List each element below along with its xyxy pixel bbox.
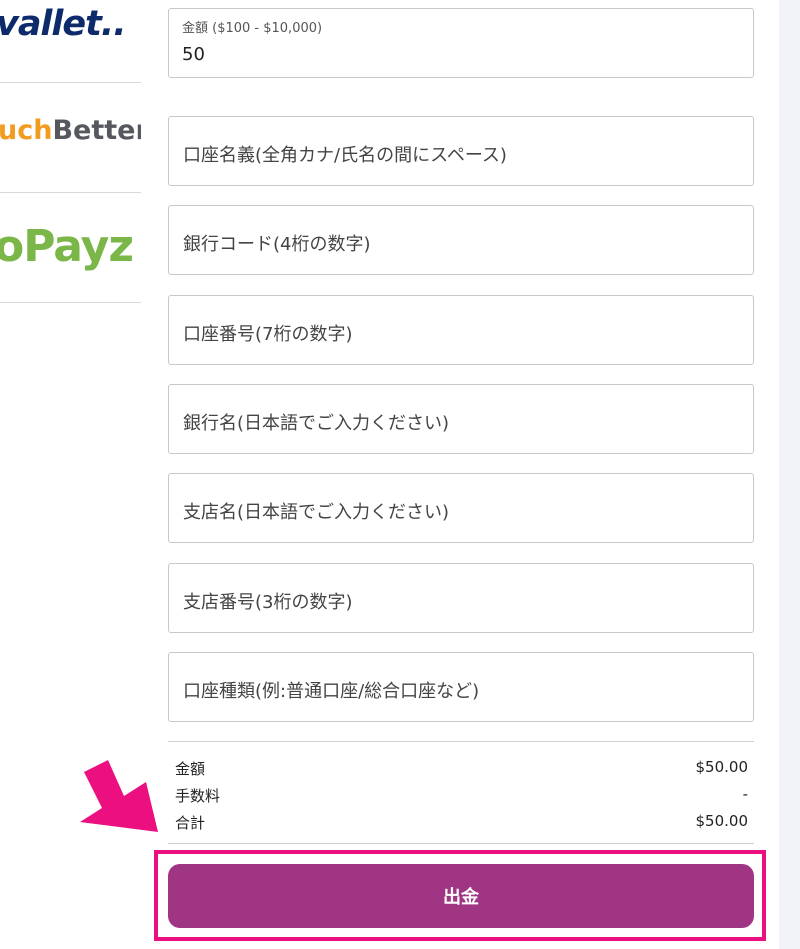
account-number-placeholder: 口座番号(7桁の数字) [183, 324, 353, 345]
amount-field[interactable]: 金額 ($100 - $10,000) 50 [168, 8, 754, 78]
account-number-field[interactable]: 口座番号(7桁の数字) [168, 295, 754, 365]
payment-method-muchbetter[interactable]: uchBetter [0, 83, 141, 193]
account-holder-placeholder: 口座名義(全角カナ/氏名の間にスペース) [183, 145, 507, 166]
summary-amount-value: $50.00 [695, 758, 749, 776]
amount-label: 金額 ($100 - $10,000) [182, 21, 323, 36]
pointer-arrow-icon [80, 760, 158, 832]
account-holder-field[interactable]: 口座名義(全角カナ/氏名の間にスペース) [168, 116, 754, 186]
bank-code-field[interactable]: 銀行コード(4桁の数字) [168, 205, 754, 275]
ewallet-logo: vallet.. [0, 4, 126, 44]
payment-method-list: vallet.. uchBetter oPayz [0, 0, 141, 303]
branch-name-placeholder: 支店名(日本語でご入力ください) [183, 502, 450, 523]
summary-total-label: 合計 [175, 814, 206, 832]
withdraw-button[interactable]: 出金 [168, 864, 754, 928]
branch-number-field[interactable]: 支店番号(3桁の数字) [168, 563, 754, 633]
muchbetter-logo: uchBetter [0, 115, 141, 146]
summary-fee-value: - [742, 785, 748, 803]
payment-method-payz[interactable]: oPayz [0, 193, 141, 303]
summary-total-value: $50.00 [695, 812, 749, 830]
page-scroll-gutter [779, 0, 800, 949]
summary-top-divider [168, 741, 754, 742]
account-type-placeholder: 口座種類(例:普通口座/総合口座など) [183, 681, 480, 702]
bank-name-field[interactable]: 銀行名(日本語でご入力ください) [168, 384, 754, 454]
summary-amount-label: 金額 [175, 760, 206, 778]
branch-name-field[interactable]: 支店名(日本語でご入力ください) [168, 473, 754, 543]
amount-value: 50 [182, 44, 205, 65]
bank-name-placeholder: 銀行名(日本語でご入力ください) [183, 413, 450, 434]
payment-method-ewallet[interactable]: vallet.. [0, 0, 141, 83]
branch-number-placeholder: 支店番号(3桁の数字) [183, 592, 353, 613]
bank-code-placeholder: 銀行コード(4桁の数字) [183, 234, 371, 255]
account-type-field[interactable]: 口座種類(例:普通口座/総合口座など) [168, 652, 754, 722]
payz-logo: oPayz [0, 221, 134, 272]
summary-fee-label: 手数料 [175, 787, 221, 805]
summary-bottom-divider [168, 843, 754, 844]
